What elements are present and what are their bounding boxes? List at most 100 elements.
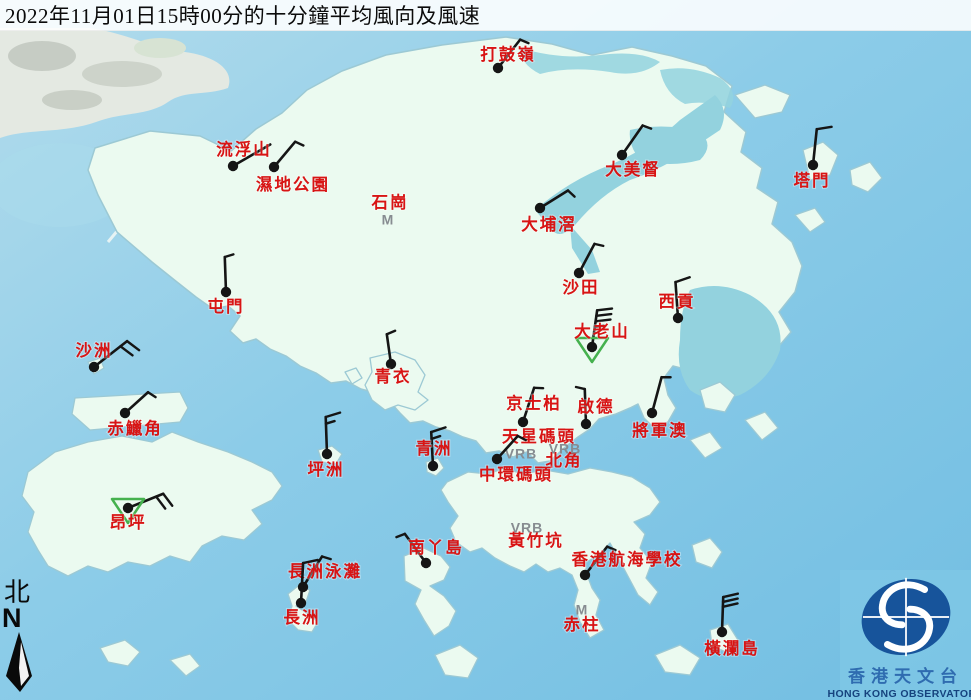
wind-barb-tick-sha-chau-1 — [120, 346, 132, 355]
station-label-ngong-ping: 昂坪 — [110, 513, 147, 532]
station-sai-kung: 西貢 — [659, 277, 696, 323]
station-dot-sai-kung — [673, 313, 683, 323]
station-sha-tin: 沙田 — [563, 244, 604, 297]
wind-barb-tick-lamma-island-0 — [396, 534, 404, 537]
station-label-green-island: 青洲 — [416, 438, 453, 458]
wind-barb-tick-green-island-0 — [431, 427, 445, 432]
station-chek-lap-kok: 赤鱲角 — [107, 392, 163, 438]
station-note-shek-kong: M — [382, 212, 395, 228]
station-label-tates-cairn: 大老山 — [574, 321, 630, 341]
station-dot-cheung-chau — [296, 598, 306, 608]
station-label-lau-fau-shan: 流浮山 — [216, 139, 272, 159]
station-label-chek-lap-kok: 赤鱲角 — [107, 418, 163, 438]
station-label-shek-kong: 石崗 — [371, 193, 409, 212]
wind-barb-tick-ta-kwu-ling-0 — [520, 40, 528, 44]
wind-barb-tick-sai-kung-0 — [675, 277, 689, 282]
station-label-hk-sea-school: 香港航海學校 — [572, 549, 683, 569]
station-label-peng-chau: 坪洲 — [308, 460, 345, 479]
station-waglan-island: 橫瀾島 — [704, 594, 760, 658]
wind-barb-tick-kai-tak-0 — [576, 387, 585, 389]
station-peng-chau: 坪洲 — [308, 413, 345, 479]
station-label-kings-park: 京士柏 — [506, 393, 562, 413]
station-stanley: 赤柱M — [564, 602, 601, 634]
station-label-tuen-mun: 屯門 — [208, 296, 245, 316]
station-dot-kai-tak — [581, 419, 591, 429]
station-shek-kong: 石崗M — [371, 193, 409, 228]
station-dot-lau-fau-shan — [228, 161, 238, 171]
station-dot-wetland-park — [269, 162, 279, 172]
station-tap-mun: 塔門 — [794, 127, 832, 190]
map-title: 2022年11月01日15時00分的十分鐘平均風向及風速 — [5, 0, 480, 30]
station-sha-chau: 沙洲 — [76, 341, 140, 372]
station-tai-po-kau: 大埔滘 — [521, 191, 577, 234]
station-tai-mei-tuk: 大美督 — [605, 126, 661, 179]
station-note-star-ferry: VRB — [505, 446, 538, 462]
station-tseung-kwan-o: 將軍澳 — [632, 377, 688, 440]
wind-barb-tick-peng-chau-0 — [326, 413, 340, 417]
north-letter-label: N — [2, 606, 22, 630]
station-note-stanley: M — [576, 602, 589, 618]
station-dot-kings-park — [518, 417, 528, 427]
station-dot-sha-chau — [89, 362, 99, 372]
wind-barb-tick-cheung-chau-beach-0 — [322, 556, 331, 559]
hko-name-zh: 香港天文台 — [848, 662, 963, 687]
station-label-ta-kwu-ling: 打鼓嶺 — [480, 44, 536, 64]
hko-logo: 香港天文台 HONG KONG OBSERVATORY — [840, 570, 971, 700]
station-label-tseung-kwan-o: 將軍澳 — [632, 420, 688, 440]
station-label-sha-chau: 沙洲 — [76, 341, 113, 360]
wind-barb-staff-tuen-mun — [225, 257, 226, 292]
wind-barb-tick-waglan-island-1 — [723, 599, 738, 602]
title-bar: 2022年11月01日15時00分的十分鐘平均風向及風速 — [0, 0, 971, 31]
station-dot-waglan-island — [717, 627, 727, 637]
station-note-north-point: VRB — [549, 441, 582, 457]
station-label-tai-po-kau: 大埔滘 — [521, 214, 577, 234]
wind-barb-tick-tates-cairn-1 — [596, 314, 611, 316]
wind-barb-staff-tai-mei-tuk — [622, 126, 643, 155]
station-label-tsing-yi: 青衣 — [375, 366, 412, 386]
station-dot-ta-kwu-ling — [493, 63, 503, 73]
station-label-sai-kung: 西貢 — [659, 292, 696, 311]
wind-barb-tick-ngong-ping-0 — [163, 494, 172, 506]
station-lamma-island: 南丫島 — [396, 534, 463, 568]
wind-barb-tick-tates-cairn-0 — [597, 309, 612, 311]
station-dot-tai-po-kau — [535, 203, 545, 213]
station-label-waglan-island: 橫瀾島 — [704, 638, 760, 658]
station-dot-tap-mun — [808, 160, 818, 170]
station-lau-fau-shan: 流浮山 — [216, 139, 272, 171]
station-tates-cairn: 大老山 — [574, 309, 630, 362]
wind-barb-staff-tap-mun — [813, 129, 817, 165]
wind-barb-tick-waglan-island-2 — [723, 603, 738, 606]
station-label-wetland-park: 濕地公園 — [256, 174, 330, 194]
north-arrow-icon — [2, 630, 36, 694]
hko-emblem-icon — [842, 570, 970, 664]
station-wong-chuk-hang: 黃竹坑VRB — [507, 520, 564, 550]
stations-layer: 打鼓嶺流浮山濕地公園大美督塔門石崗M大埔滘沙田屯門西貢沙洲大老山青衣京士柏啟德將… — [0, 0, 971, 700]
station-dot-ngong-ping — [123, 503, 133, 513]
wind-barb-tick-wetland-park-0 — [295, 142, 303, 146]
station-label-sha-tin: 沙田 — [563, 278, 600, 297]
station-label-cheung-chau: 長洲 — [284, 608, 321, 627]
wind-barb-tick-tap-mun-0 — [817, 127, 832, 129]
station-cheung-chau-beach: 長洲泳灘 — [288, 556, 362, 592]
station-note-wong-chuk-hang: VRB — [511, 520, 544, 536]
wind-barb-tick-tuen-mun-0 — [225, 254, 234, 257]
station-label-tai-mei-tuk: 大美督 — [605, 159, 661, 179]
station-dot-peng-chau — [322, 449, 332, 459]
wind-barb-tick-chek-lap-kok-0 — [148, 392, 156, 397]
station-dot-lamma-island — [421, 558, 431, 568]
station-dot-green-island — [428, 461, 438, 471]
wind-map-screen: 打鼓嶺流浮山濕地公園大美督塔門石崗M大埔滘沙田屯門西貢沙洲大老山青衣京士柏啟德將… — [0, 0, 971, 700]
station-tuen-mun: 屯門 — [208, 254, 245, 315]
station-label-lamma-island: 南丫島 — [408, 537, 464, 557]
wind-barb-tick-tai-po-kau-0 — [568, 191, 575, 197]
wind-barb-tick-peng-chau-1 — [326, 421, 335, 424]
station-dot-tuen-mun — [221, 287, 231, 297]
station-dot-tai-mei-tuk — [617, 150, 627, 160]
wind-barb-tick-tai-mei-tuk-0 — [643, 126, 651, 129]
station-kings-park: 京士柏 — [506, 388, 562, 427]
station-dot-hk-sea-school — [580, 570, 590, 580]
station-label-central-pier: 中環碼頭 — [479, 464, 553, 484]
station-dot-sha-tin — [574, 268, 584, 278]
station-dot-chek-lap-kok — [120, 408, 130, 418]
wind-barb-tick-sha-tin-0 — [594, 244, 603, 246]
